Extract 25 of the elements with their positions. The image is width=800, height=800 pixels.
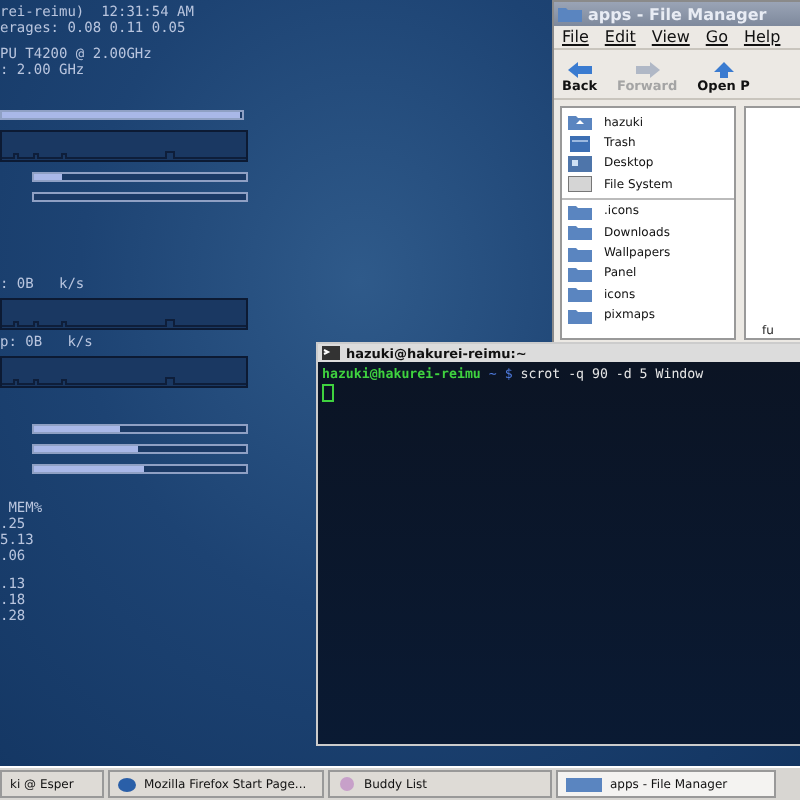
- folder-icon: [566, 777, 602, 791]
- desktop-icon: [568, 155, 592, 172]
- right-arrow-icon: [635, 62, 660, 78]
- folder-icon: [568, 307, 592, 324]
- buddy-icon: [338, 776, 356, 792]
- menu-item[interactable]: File: [562, 28, 589, 46]
- window-title: apps - File Manager: [554, 2, 800, 26]
- left-arrow-icon: [567, 62, 592, 78]
- drive-icon: [568, 176, 592, 193]
- folder-icon: [568, 224, 592, 241]
- home-folder-icon: [568, 114, 592, 131]
- folder-icon: [568, 265, 592, 282]
- up-arrow-icon: [711, 62, 736, 78]
- trash-icon: [568, 135, 592, 152]
- menu-item[interactable]: Go: [705, 28, 728, 46]
- folder-icon: [568, 286, 592, 303]
- text-cursor: [322, 384, 334, 402]
- globe-icon: [118, 777, 136, 791]
- terminal-icon: [322, 346, 340, 360]
- folder-icon: [568, 245, 592, 262]
- menu-item[interactable]: Help: [743, 28, 781, 46]
- folder-icon: [558, 6, 582, 22]
- menu-item[interactable]: Edit: [604, 28, 636, 46]
- menu-item[interactable]: View: [651, 28, 690, 46]
- folder-icon: [568, 203, 592, 220]
